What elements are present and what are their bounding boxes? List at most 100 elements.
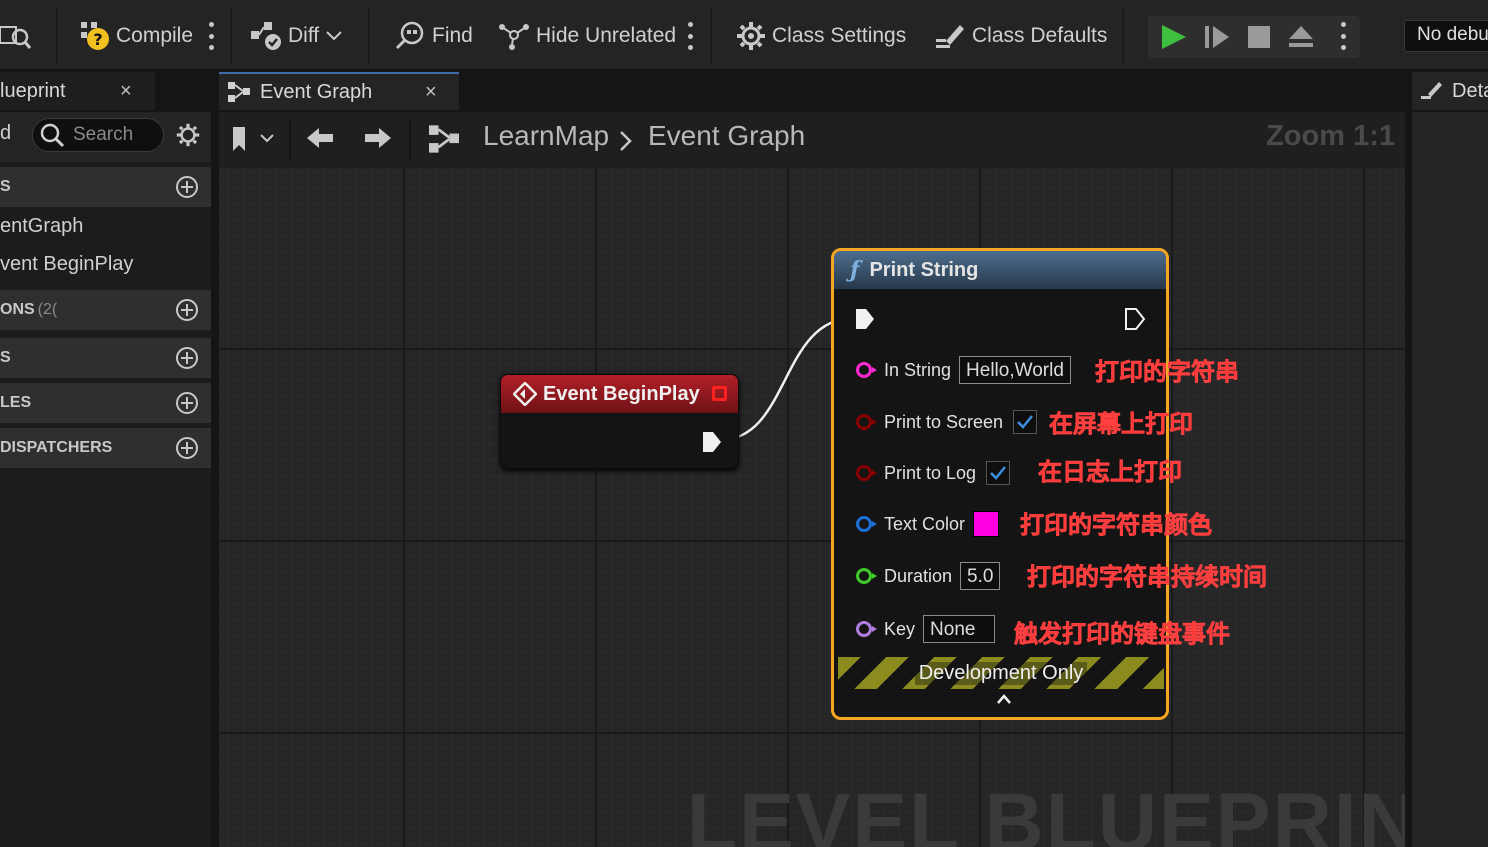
class-settings-label: Class Settings bbox=[772, 24, 907, 47]
struct-pin-icon[interactable] bbox=[856, 516, 877, 532]
hide-unrelated-options-kebab-icon[interactable] bbox=[687, 22, 693, 50]
add-icon[interactable] bbox=[175, 436, 199, 460]
gear-icon bbox=[737, 22, 765, 50]
bookmark-icon[interactable] bbox=[231, 126, 251, 152]
event-diamond-icon bbox=[513, 382, 537, 406]
section-functions[interactable]: ONS (2( bbox=[0, 290, 211, 330]
print-to-screen-checkbox[interactable] bbox=[1013, 410, 1038, 434]
float-pin-icon[interactable] bbox=[856, 568, 877, 584]
pin-label: Duration bbox=[884, 565, 953, 586]
pin-label: Print to Screen bbox=[884, 411, 1004, 432]
graph-icon bbox=[429, 125, 459, 153]
toolbar-separator bbox=[56, 8, 58, 64]
bool-pin-icon[interactable] bbox=[856, 465, 877, 481]
play-options-kebab-icon[interactable] bbox=[1340, 22, 1346, 50]
search-icon bbox=[40, 123, 65, 148]
exec-out-pin[interactable] bbox=[1124, 307, 1146, 331]
find-label: Find bbox=[432, 24, 473, 47]
list-item-eventgraph[interactable]: entGraph bbox=[0, 209, 83, 243]
list-item-event-beginplay[interactable]: vent BeginPlay bbox=[0, 247, 133, 281]
in-string-input[interactable]: Hello,World bbox=[959, 356, 1071, 384]
find-icon bbox=[395, 21, 424, 50]
print-to-log-checkbox[interactable] bbox=[986, 461, 1011, 485]
annotation-print-to-log: 在日志上打印 bbox=[1038, 459, 1183, 487]
section-event-dispatchers[interactable]: DISPATCHERS bbox=[0, 428, 211, 468]
breadcrumb-map[interactable]: LearnMap bbox=[483, 120, 609, 152]
function-icon: ƒ bbox=[850, 257, 860, 283]
details-panel bbox=[1412, 112, 1488, 847]
compile-button[interactable]: ? Compile bbox=[80, 14, 193, 58]
add-icon[interactable] bbox=[175, 346, 199, 370]
gear-icon[interactable] bbox=[176, 123, 200, 147]
node-header[interactable]: Event BeginPlay bbox=[501, 375, 738, 413]
bool-pin-icon[interactable] bbox=[856, 414, 877, 430]
play-icon[interactable] bbox=[1160, 24, 1188, 50]
delegate-pin-icon[interactable] bbox=[712, 386, 727, 401]
pin-print-to-screen[interactable]: Print to Screen bbox=[834, 405, 1038, 439]
play-controls bbox=[1148, 16, 1360, 58]
section-label: S bbox=[0, 178, 11, 195]
tab-details[interactable]: Deta bbox=[1412, 72, 1488, 110]
close-icon[interactable]: × bbox=[120, 80, 132, 103]
section-macros[interactable]: S bbox=[0, 338, 211, 378]
compile-status-icon: ? bbox=[81, 22, 109, 50]
diff-button[interactable]: Diff bbox=[250, 14, 349, 58]
key-input[interactable]: None bbox=[923, 615, 996, 643]
details-edit-icon bbox=[1421, 82, 1442, 99]
exec-in-pin[interactable] bbox=[854, 307, 876, 331]
annotation-key: 触发打印的键盘事件 bbox=[1014, 621, 1231, 649]
annotation-print-to-screen: 在屏幕上打印 bbox=[1049, 411, 1194, 439]
chevron-down-icon[interactable] bbox=[259, 134, 275, 144]
add-button-partial[interactable]: d bbox=[0, 122, 11, 145]
annotation-text-color: 打印的字符串颜色 bbox=[1020, 512, 1213, 540]
section-graphs[interactable]: S bbox=[0, 167, 211, 207]
tab-event-graph[interactable]: Event Graph × bbox=[219, 72, 459, 110]
pin-print-to-log[interactable]: Print to Log bbox=[834, 456, 1011, 490]
breadcrumb-graph[interactable]: Event Graph bbox=[648, 120, 805, 152]
step-icon[interactable] bbox=[1204, 25, 1230, 49]
pin-label: Print to Log bbox=[884, 462, 977, 483]
add-icon[interactable] bbox=[175, 298, 199, 322]
pin-label: Text Color bbox=[884, 513, 966, 534]
find-button[interactable]: Find bbox=[394, 14, 473, 58]
eject-icon[interactable] bbox=[1288, 25, 1314, 49]
duration-input[interactable]: 5.0 bbox=[960, 562, 1001, 590]
close-icon[interactable]: × bbox=[425, 81, 437, 104]
hide-unrelated-button[interactable]: Hide Unrelated bbox=[498, 14, 676, 58]
chevron-right-icon bbox=[620, 131, 632, 151]
pin-in-string[interactable]: In String Hello,World bbox=[834, 353, 1071, 387]
section-variables[interactable]: LES bbox=[0, 383, 211, 423]
chevron-down-icon bbox=[326, 31, 342, 41]
checkmark-icon bbox=[1017, 415, 1034, 429]
compile-options-kebab-icon[interactable] bbox=[208, 22, 214, 50]
text-color-swatch[interactable] bbox=[973, 511, 1000, 537]
forward-arrow-icon[interactable] bbox=[363, 126, 393, 150]
string-pin-icon[interactable] bbox=[856, 362, 877, 378]
graph-breadcrumb-bar: LearnMap Event Graph Zoom 1:1 bbox=[219, 112, 1405, 168]
pin-key[interactable]: Key None bbox=[834, 612, 996, 646]
event-beginplay-node[interactable]: Event BeginPlay bbox=[500, 374, 739, 469]
edit-defaults-icon bbox=[936, 25, 964, 48]
browse-button[interactable] bbox=[0, 14, 38, 58]
stop-icon[interactable] bbox=[1248, 26, 1270, 48]
add-icon[interactable] bbox=[175, 391, 199, 415]
back-arrow-icon[interactable] bbox=[305, 126, 335, 150]
class-defaults-label: Class Defaults bbox=[972, 24, 1108, 47]
pin-duration[interactable]: Duration 5.0 bbox=[834, 559, 1001, 593]
class-defaults-button[interactable]: Class Defaults bbox=[934, 14, 1107, 58]
debug-object-select[interactable]: No debu bbox=[1404, 20, 1488, 52]
exec-out-pin[interactable] bbox=[701, 430, 723, 454]
node-header[interactable]: ƒ Print String bbox=[834, 251, 1166, 289]
pin-text-color[interactable]: Text Color bbox=[834, 507, 1000, 541]
tab-event-graph-label: Event Graph bbox=[260, 80, 373, 103]
event-graph-canvas[interactable]: LearnMap Event Graph Zoom 1:1 LEVEL BLUE… bbox=[219, 112, 1405, 847]
collapse-chevron-up-icon[interactable] bbox=[996, 693, 1012, 705]
name-pin-icon[interactable] bbox=[856, 621, 877, 637]
class-settings-button[interactable]: Class Settings bbox=[736, 14, 906, 58]
development-only-label: Development Only bbox=[914, 661, 1088, 685]
search-input[interactable]: Search bbox=[32, 118, 164, 152]
svg-text:?: ? bbox=[93, 30, 102, 49]
add-icon[interactable] bbox=[175, 175, 199, 199]
pin-label: In String bbox=[884, 359, 952, 380]
tab-blueprint[interactable]: lueprint × bbox=[0, 72, 155, 110]
